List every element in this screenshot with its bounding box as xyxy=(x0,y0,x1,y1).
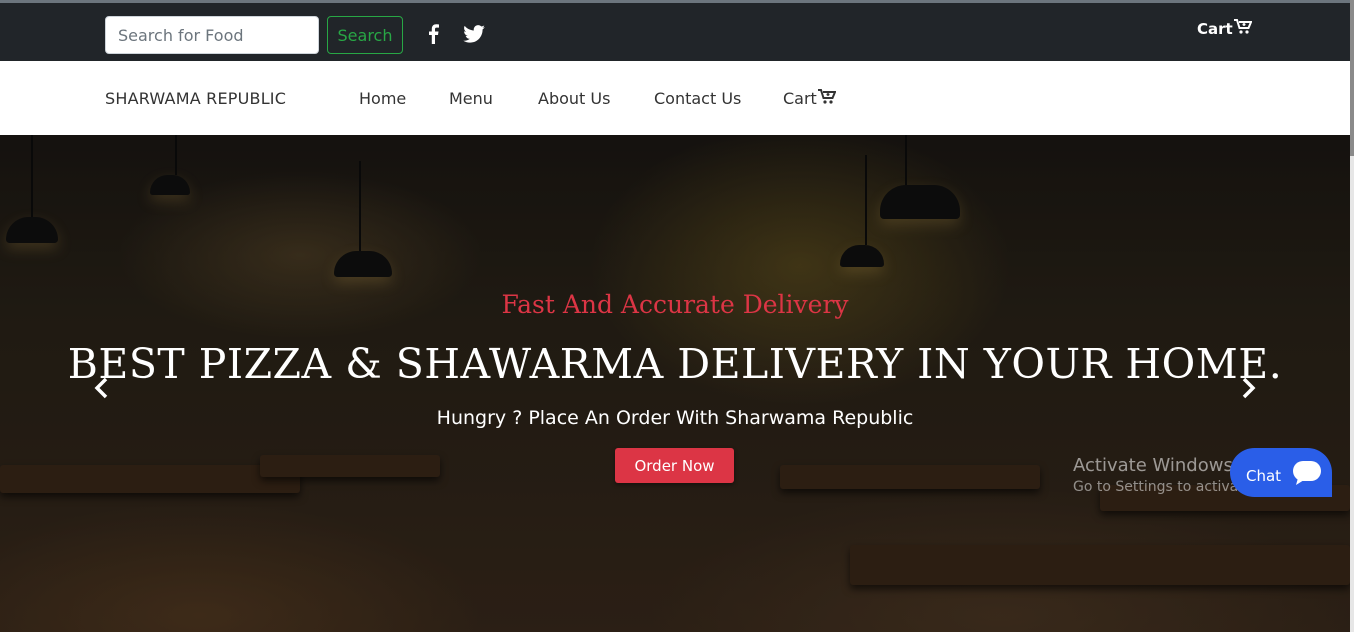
hero-subtitle: Fast And Accurate Delivery xyxy=(501,290,849,319)
nav-about-us[interactable]: About Us xyxy=(538,89,610,108)
search-input[interactable] xyxy=(105,16,319,54)
top-cart-label: Cart xyxy=(1197,19,1233,38)
activate-windows-title: Activate Windows xyxy=(1073,455,1233,476)
main-navbar: SHARWAMA REPUBLIC Home Menu About Us Con… xyxy=(0,61,1350,135)
chevron-right-icon[interactable] xyxy=(1236,376,1260,400)
chevron-left-icon[interactable] xyxy=(90,376,114,400)
nav-home[interactable]: Home xyxy=(359,89,406,108)
nav-contact-us[interactable]: Contact Us xyxy=(654,89,741,108)
brand-logo-text[interactable]: SHARWAMA REPUBLIC xyxy=(105,89,286,108)
cart-icon xyxy=(1233,19,1253,38)
order-now-button[interactable]: Order Now xyxy=(615,448,734,483)
nav-cart-label: Cart xyxy=(783,89,817,108)
hero-tagline: Hungry ? Place An Order With Sharwama Re… xyxy=(436,407,914,429)
page-scrollbar-thumb[interactable] xyxy=(1350,0,1354,156)
nav-cart[interactable]: Cart xyxy=(783,89,837,108)
nav-menu[interactable]: Menu xyxy=(449,89,493,108)
twitter-icon[interactable] xyxy=(463,24,485,44)
top-cart-link[interactable]: Cart xyxy=(1197,19,1253,38)
chat-bubble-icon xyxy=(1292,460,1322,490)
hero-headline: BEST PIZZA & SHAWARMA DELIVERY IN YOUR H… xyxy=(67,340,1283,388)
hero-carousel: Fast And Accurate Delivery BEST PIZZA & … xyxy=(0,135,1350,632)
cart-icon xyxy=(817,89,837,108)
chat-label: Chat xyxy=(1246,467,1282,485)
chat-widget-button[interactable]: Chat xyxy=(1230,448,1332,497)
search-button[interactable]: Search xyxy=(327,16,403,54)
top-bar: Search Cart xyxy=(0,0,1350,61)
facebook-icon[interactable] xyxy=(426,24,440,44)
